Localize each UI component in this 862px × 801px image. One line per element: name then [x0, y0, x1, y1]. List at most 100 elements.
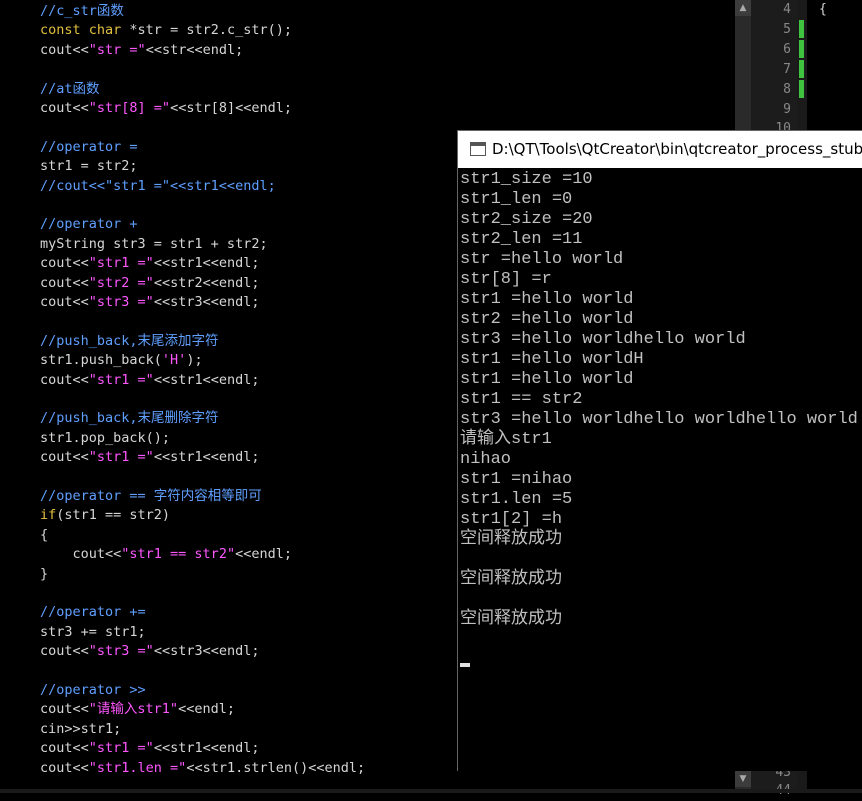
code-keyword: char	[88, 22, 122, 39]
code-text: cout<<	[40, 100, 89, 116]
code-string: "str[8] ="	[88, 100, 171, 116]
code-text: *str = str2.c_str();	[121, 22, 292, 39]
code-line: //push_back,末尾删除字符	[40, 409, 219, 428]
code-text: cout<<	[40, 643, 89, 660]
code-line: cout<<"str1 ="<<str1<<endl;	[40, 739, 259, 758]
code-line: }	[40, 565, 48, 584]
code-line: cout<<"str[8] ="<<str[8]<<endl;	[40, 99, 292, 118]
code-line: //operator =	[40, 138, 138, 157]
code-comment: //c_str函数	[40, 3, 124, 19]
code-text: cout<<	[40, 255, 89, 272]
text-cursor	[460, 663, 470, 667]
code-text: <<str1.strlen()<<endl;	[186, 759, 366, 776]
code-text: <<str1<<endl;	[153, 255, 260, 272]
console-output-line: str1 =hello worldH	[460, 350, 644, 369]
code-text: <<endl;	[178, 701, 235, 718]
code-line: cout<<"str3 ="<<str3<<endl;	[40, 642, 259, 661]
code-string: "str3 ="	[88, 294, 154, 310]
code-keyword: if	[40, 507, 57, 524]
modified-line-marker	[799, 60, 804, 78]
line-number: 8	[783, 82, 791, 97]
code-line: cout<<"str2 ="<<str2<<endl;	[40, 274, 259, 293]
console-title-bar[interactable]: D:\QT\Tools\QtCreator\bin\qtcreator_proc…	[458, 131, 862, 168]
code-line: str3 += str1;	[40, 623, 146, 642]
code-line: cout<<"请输入str1"<<endl;	[40, 700, 235, 719]
line-number: 4	[783, 2, 791, 17]
console-output-line: 空间释放成功	[460, 570, 562, 589]
code-text: <<str2<<endl;	[153, 274, 260, 291]
code-line: myString str3 = str1 + str2;	[40, 235, 268, 254]
code-text: cout<<	[40, 371, 89, 388]
code-line: //c_str函数	[40, 2, 124, 21]
code-text: str1 = str2;	[40, 158, 138, 175]
code-string: "str3 ="	[88, 643, 154, 660]
console-output[interactable]: str1_size =10 str1_len =0 str2_size =20 str…	[458, 168, 862, 771]
code-text: cout<<	[40, 759, 89, 776]
code-text: {	[40, 526, 49, 543]
code-line: cout<<"str1 ="<<str1<<endl;	[40, 371, 259, 390]
code-string: "str ="	[88, 41, 146, 58]
code-line: cout<<"str1 == str2"<<endl;	[40, 545, 292, 564]
console-window[interactable]: D:\QT\Tools\QtCreator\bin\qtcreator_proc…	[457, 130, 862, 771]
code-text: <<str3<<endl;	[153, 294, 260, 310]
code-line: cout<<"str1 ="<<str1<<endl;	[40, 448, 259, 467]
code-text: myString str3 = str1 + str2;	[40, 235, 268, 252]
code-text: str1.pop_back();	[40, 429, 171, 446]
modified-line-marker	[799, 80, 804, 98]
code-comment: //push_back,末尾添加字符	[40, 332, 219, 349]
console-output-line: str2 =hello world	[460, 310, 634, 329]
code-text: c	[849, 80, 862, 100]
code-string: 'H'	[161, 352, 187, 369]
code-text: str1.push_back(	[40, 352, 162, 369]
console-output-line: str1_len =0	[460, 190, 573, 209]
line-number: 7	[783, 62, 791, 77]
code-text: cout<<	[40, 546, 122, 563]
line-number: 9	[783, 102, 791, 117]
bottom-edge	[0, 789, 862, 793]
console-output-line: str2_len =11	[460, 230, 583, 249]
code-string: "str1 == str2"	[121, 546, 236, 563]
code-line: const char *str = str2.c_str();	[40, 21, 292, 40]
console-title: D:\QT\Tools\QtCreator\bin\qtcreator_proc…	[492, 140, 862, 158]
code-string: "str2 ="	[88, 274, 154, 291]
console-output-line: str1 =hello world	[460, 290, 634, 309]
code-comment: //operator == 字符内容相等即可	[40, 488, 262, 504]
code-line: //at函数	[40, 80, 100, 99]
code-text: <<str3<<endl;	[153, 643, 260, 660]
code-text: );	[186, 352, 203, 369]
code-string: "请输入str1"	[88, 701, 179, 718]
code-text: cout<<	[40, 701, 89, 718]
code-line: //operator +=	[40, 603, 146, 622]
code-line: str1 = str2;	[40, 157, 138, 176]
code-line: cout<<"str1 ="<<str1<<endl;	[40, 254, 259, 273]
console-output-line: nihao	[460, 450, 512, 469]
modified-line-marker	[799, 40, 804, 58]
code-line: cout<<"str3 ="<<str3<<endl;	[40, 293, 259, 312]
code-comment: //operator =	[40, 138, 138, 155]
code-text: <<str<<endl;	[145, 41, 244, 58]
console-output-line: str1[2] =h	[460, 510, 563, 529]
code-string: "str1 ="	[88, 255, 154, 272]
console-output-line: str1 =nihao	[460, 470, 573, 489]
console-output-line: str3 =hello worldhello worldhello world	[460, 410, 858, 429]
code-comment: //push_back,末尾删除字符	[40, 410, 219, 427]
console-window-icon	[470, 142, 486, 156]
line-number: 6	[783, 42, 791, 57]
code-line: str1.pop_back();	[40, 429, 170, 448]
code-string: "str1 ="	[88, 449, 154, 466]
console-output-line: str1_size =10	[460, 170, 593, 189]
scroll-up-arrow[interactable]: ▲	[735, 0, 751, 16]
scroll-down-arrow[interactable]: ▼	[735, 771, 751, 787]
console-output-line: str1 == str2	[460, 390, 583, 409]
code-text: cout<<	[40, 274, 89, 291]
code-line: //operator == 字符内容相等即可	[40, 487, 262, 506]
code-keyword: const	[40, 22, 81, 39]
code-text: (str1 == str2)	[56, 507, 171, 524]
console-output-line: str =hello world	[460, 250, 624, 269]
code-text: /	[849, 20, 862, 40]
code-text: <<str1<<endl;	[153, 371, 260, 388]
code-text: <<str[8]<<endl;	[170, 100, 292, 116]
code-text: {	[819, 2, 827, 17]
code-text: <<str1<<endl;	[153, 740, 260, 757]
